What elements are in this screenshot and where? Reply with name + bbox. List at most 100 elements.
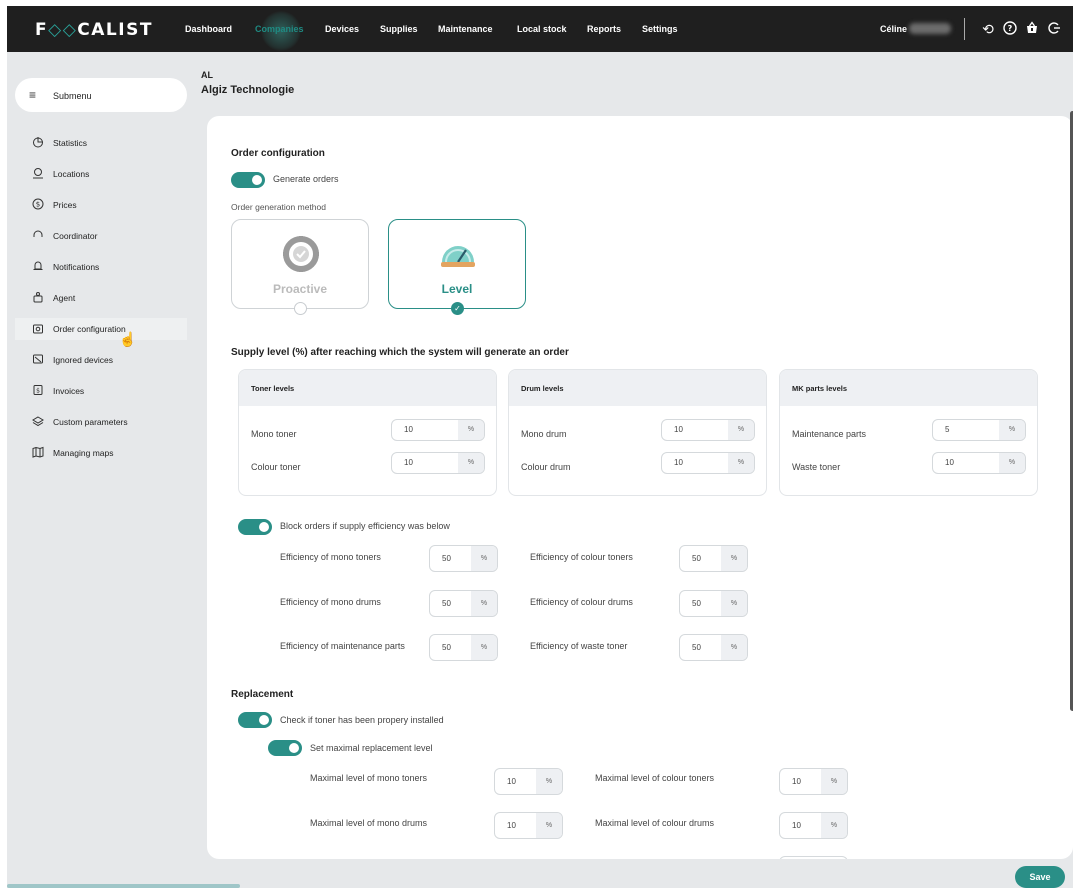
max-level-label: Maximal level of colour drums	[595, 818, 715, 828]
sidebar-item-ignored-devices[interactable]: Ignored devices	[15, 349, 187, 371]
panel-title: Toner levels	[251, 384, 295, 393]
sidebar-item-managing-maps[interactable]: Managing maps	[15, 442, 187, 464]
colour-toner-input[interactable]: 10%	[391, 452, 485, 474]
max-level-colour-drums-input[interactable]: 10%	[779, 812, 848, 839]
check-toner-installed-toggle[interactable]	[238, 712, 272, 728]
method-card-level[interactable]: Level ✓	[388, 219, 526, 315]
efficiency-mono-toners-input[interactable]: 50%	[429, 545, 498, 572]
bottom-progress-bar	[7, 884, 240, 888]
svg-text:$: $	[36, 388, 40, 395]
gauge-icon	[441, 246, 475, 267]
sidebar-item-agent[interactable]: Agent	[15, 287, 187, 309]
sidebar-item-order-configuration[interactable]: Order configuration	[15, 318, 187, 340]
history-icon[interactable]: ⟲	[980, 21, 996, 37]
sidebar-item-label: Invoices	[53, 386, 85, 396]
help-icon[interactable]: ?	[1002, 21, 1018, 37]
method-radio-level[interactable]: ✓	[451, 302, 464, 315]
set-max-replacement-toggle[interactable]	[268, 740, 302, 756]
logo[interactable]: F◇◇CALIST	[35, 20, 153, 40]
sidebar-item-label: Managing maps	[53, 448, 114, 458]
svg-text:?: ?	[1008, 24, 1013, 33]
panel-title: Drum levels	[521, 384, 564, 393]
order-configuration-card: Order configuration Generate orders Orde…	[207, 116, 1073, 859]
sidebar-item-label: Locations	[53, 169, 90, 179]
method-card-proactive[interactable]: Proactive	[231, 219, 369, 315]
ignored-devices-icon	[31, 353, 45, 367]
generate-orders-toggle[interactable]	[231, 172, 265, 188]
proactive-icon	[283, 236, 319, 272]
set-max-replacement-label: Set maximal replacement level	[310, 743, 433, 753]
block-orders-toggle[interactable]	[238, 519, 272, 535]
sidebar-item-custom-parameters[interactable]: Custom parameters	[15, 411, 187, 433]
efficiency-label: Efficiency of colour drums	[530, 597, 633, 607]
nav-item-companies[interactable]: Companies	[255, 24, 304, 34]
nav-divider	[964, 18, 965, 40]
pie-chart-icon	[31, 136, 45, 150]
layers-icon	[31, 415, 45, 429]
hamburger-icon: ≡	[29, 88, 37, 102]
efficiency-colour-drums-input[interactable]: 50%	[679, 590, 748, 617]
efficiency-label: Efficiency of mono drums	[280, 597, 381, 607]
efficiency-colour-toners-input[interactable]: 50%	[679, 545, 748, 572]
hand-cursor-icon: ☝	[119, 331, 137, 347]
sidebar-item-prices[interactable]: $ Prices	[15, 194, 187, 216]
order-config-icon	[31, 322, 45, 336]
section-title-replacement: Replacement	[231, 689, 294, 700]
max-level-next-input[interactable]	[779, 856, 848, 859]
nav-item-supplies[interactable]: Supplies	[380, 24, 418, 34]
logout-icon[interactable]	[1046, 21, 1062, 37]
mono-toner-input[interactable]: 10%	[391, 419, 485, 441]
user-surname-redacted	[909, 23, 951, 34]
nav-item-devices[interactable]: Devices	[325, 24, 359, 34]
sidebar-item-statistics[interactable]: Statistics	[15, 132, 187, 154]
nav-item-maintenance[interactable]: Maintenance	[438, 24, 493, 34]
invoice-icon: $	[31, 384, 45, 398]
logo-mark: ◇◇	[48, 20, 78, 40]
method-label-level: Level	[441, 282, 473, 296]
map-icon	[31, 446, 45, 460]
panel-drum-levels: Drum levels Mono drum 10% Colour drum 10…	[508, 369, 767, 496]
section-title-supply-level: Supply level (%) after reaching which th…	[231, 347, 569, 358]
check-toner-installed-label: Check if toner has been propery installe…	[280, 715, 444, 725]
max-level-colour-toners-input[interactable]: 10%	[779, 768, 848, 795]
save-button[interactable]: Save	[1015, 866, 1065, 888]
row-label: Colour drum	[521, 462, 571, 472]
panel-mk-parts-levels: MK parts levels Maintenance parts 5% Was…	[779, 369, 1038, 496]
mono-drum-input[interactable]: 10%	[661, 419, 755, 441]
company-short-code: AL	[201, 70, 213, 80]
max-level-mono-toners-input[interactable]: 10%	[494, 768, 563, 795]
nav-item-settings[interactable]: Settings	[642, 24, 678, 34]
nav-item-local-stock[interactable]: Local stock	[517, 24, 567, 34]
efficiency-waste-toner-input[interactable]: 50%	[679, 634, 748, 661]
sidebar-item-label: Notifications	[53, 262, 100, 272]
nav-item-dashboard[interactable]: Dashboard	[185, 24, 232, 34]
row-label: Mono drum	[521, 429, 567, 439]
sidebar-item-notifications[interactable]: Notifications	[15, 256, 187, 278]
method-label-proactive: Proactive	[272, 282, 328, 296]
user-name[interactable]: Céline	[880, 24, 907, 34]
sidebar-item-label: Prices	[53, 200, 77, 210]
efficiency-maintenance-parts-input[interactable]: 50%	[429, 634, 498, 661]
sidebar-item-coordinator[interactable]: Coordinator	[15, 225, 187, 247]
maintenance-parts-input[interactable]: 5%	[932, 419, 1026, 441]
sidebar-item-locations[interactable]: Locations	[15, 163, 187, 185]
location-icon	[31, 167, 45, 181]
waste-toner-input[interactable]: 10%	[932, 452, 1026, 474]
colour-drum-input[interactable]: 10%	[661, 452, 755, 474]
method-radio-proactive[interactable]	[294, 302, 307, 315]
svg-text:$: $	[36, 201, 40, 209]
sidebar-item-invoices[interactable]: $ Invoices	[15, 380, 187, 402]
generate-orders-label: Generate orders	[273, 174, 339, 184]
efficiency-mono-drums-input[interactable]: 50%	[429, 590, 498, 617]
scrollbar[interactable]	[1070, 111, 1073, 711]
row-label: Waste toner	[792, 462, 841, 472]
top-navigation: F◇◇CALIST Dashboard Companies Devices Su…	[7, 6, 1073, 52]
panel-toner-levels: Toner levels Mono toner 10% Colour toner…	[238, 369, 497, 496]
sidebar: ≡ Submenu Statistics Locations $ Prices …	[15, 62, 187, 888]
basket-icon[interactable]	[1024, 21, 1040, 37]
max-level-mono-drums-input[interactable]: 10%	[494, 812, 563, 839]
submenu-toggle[interactable]: ≡ Submenu	[15, 78, 187, 112]
sidebar-item-label: Ignored devices	[53, 355, 114, 365]
nav-item-reports[interactable]: Reports	[587, 24, 621, 34]
dollar-icon: $	[31, 198, 45, 212]
